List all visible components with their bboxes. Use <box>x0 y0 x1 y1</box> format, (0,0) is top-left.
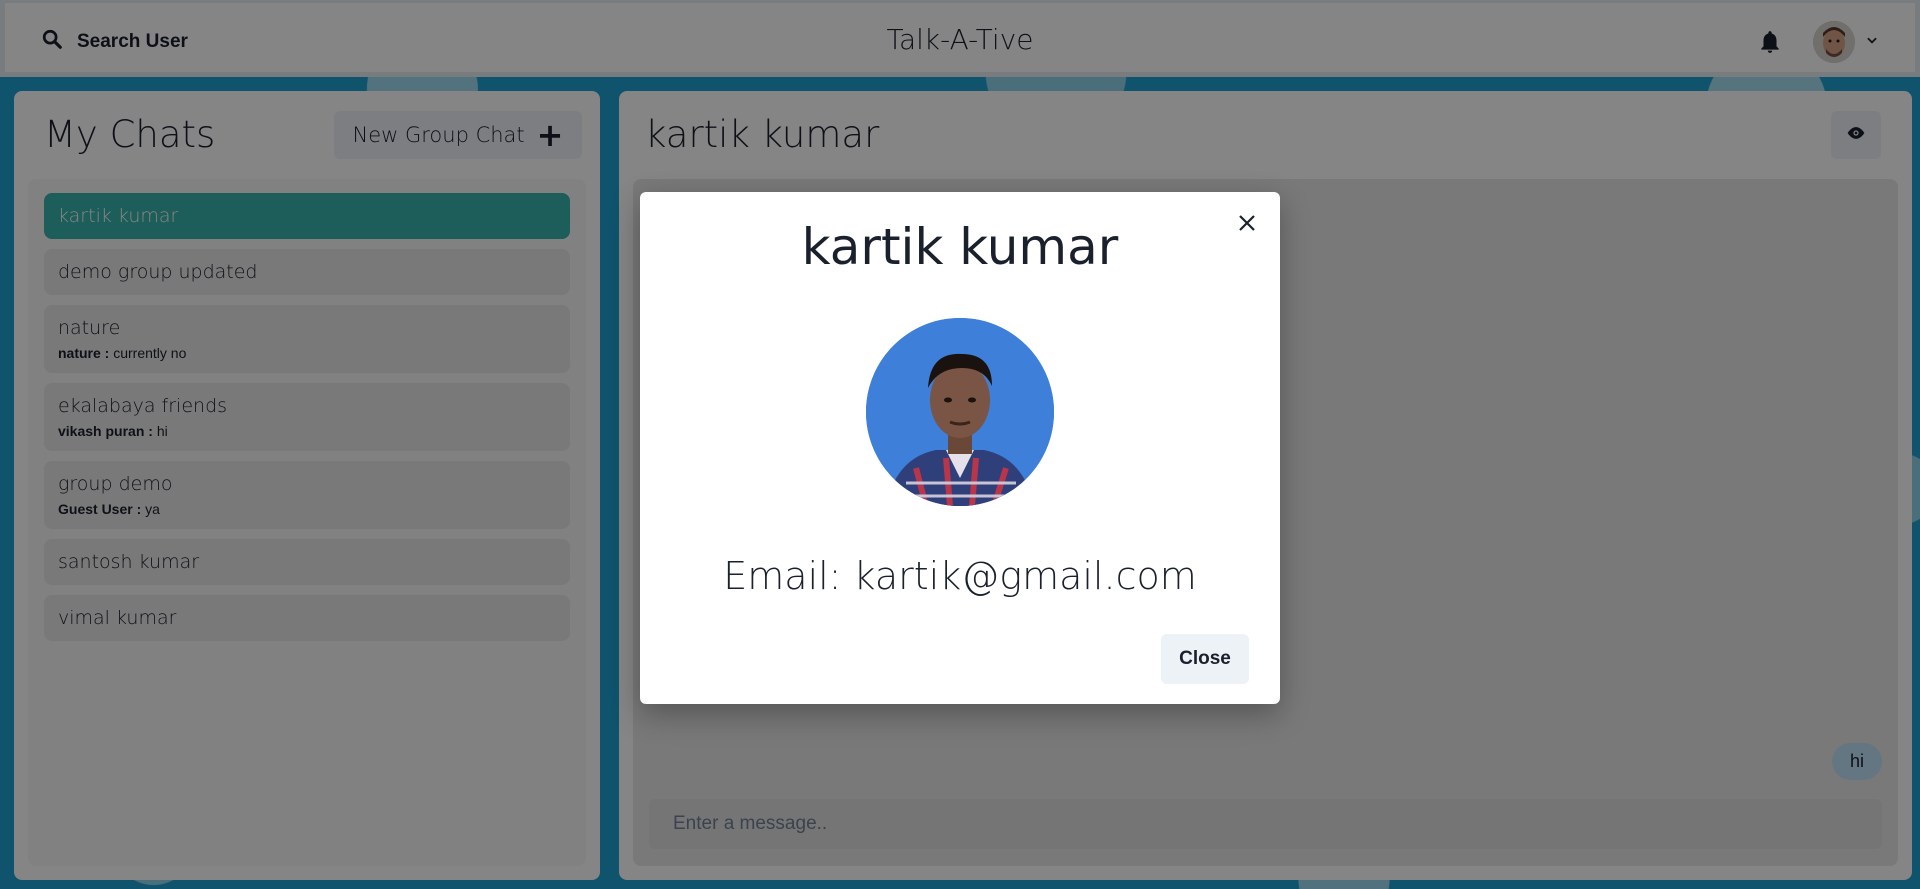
profile-modal: kartik kumar Email: kartik@gmail.com Clo… <box>640 192 1280 704</box>
modal-title: kartik kumar <box>801 218 1119 276</box>
modal-email: Email: kartik@gmail.com <box>723 554 1197 598</box>
profile-picture <box>866 318 1054 506</box>
close-icon[interactable] <box>1230 206 1264 240</box>
close-button[interactable]: Close <box>1161 634 1249 684</box>
